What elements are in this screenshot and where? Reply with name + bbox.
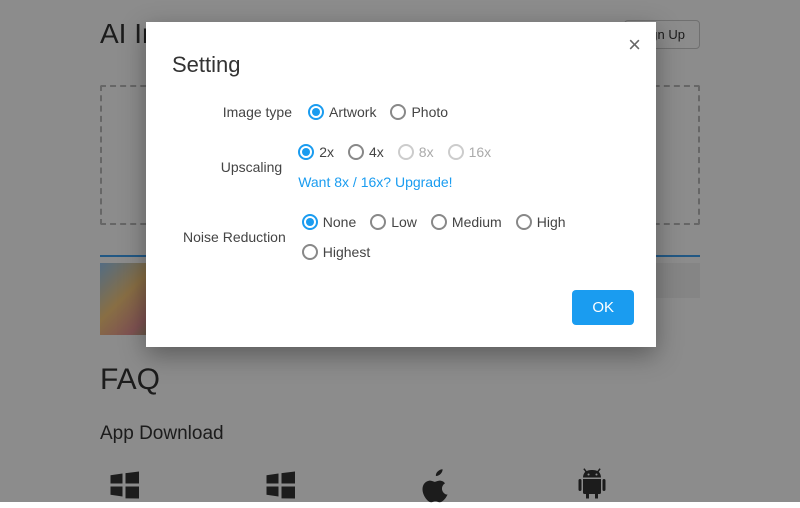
upscaling-label: Upscaling xyxy=(172,159,282,175)
radio-label: Highest xyxy=(323,244,370,260)
radio-4x[interactable]: 4x xyxy=(348,144,384,160)
radio-label: 4x xyxy=(369,144,384,160)
radio-label: 2x xyxy=(319,144,334,160)
settings-modal: × Setting Image type Artwork Photo Upsca… xyxy=(146,22,656,347)
radio-icon xyxy=(390,104,406,120)
close-icon: × xyxy=(628,32,641,57)
radio-label: Medium xyxy=(452,214,502,230)
radio-icon xyxy=(370,214,386,230)
radio-2x[interactable]: 2x xyxy=(298,144,334,160)
noise-reduction-label: Noise Reduction xyxy=(172,229,286,245)
radio-noise-none[interactable]: None xyxy=(302,214,356,230)
radio-icon xyxy=(308,104,324,120)
radio-noise-low[interactable]: Low xyxy=(370,214,417,230)
radio-label: Artwork xyxy=(329,104,376,120)
modal-title: Setting xyxy=(146,22,656,92)
radio-label: None xyxy=(323,214,356,230)
radio-noise-high[interactable]: High xyxy=(516,214,566,230)
radio-icon xyxy=(431,214,447,230)
radio-noise-highest[interactable]: Highest xyxy=(302,244,370,260)
radio-icon xyxy=(516,214,532,230)
radio-icon xyxy=(448,144,464,160)
radio-icon xyxy=(398,144,414,160)
radio-icon xyxy=(348,144,364,160)
radio-noise-medium[interactable]: Medium xyxy=(431,214,502,230)
image-type-label: Image type xyxy=(172,104,292,120)
upgrade-link[interactable]: Want 8x / 16x? Upgrade! xyxy=(298,174,452,190)
radio-photo[interactable]: Photo xyxy=(390,104,448,120)
radio-label: 16x xyxy=(469,144,492,160)
ok-button[interactable]: OK xyxy=(572,290,634,325)
radio-label: 8x xyxy=(419,144,434,160)
close-button[interactable]: × xyxy=(628,34,641,56)
radio-icon xyxy=(298,144,314,160)
radio-label: High xyxy=(537,214,566,230)
radio-8x[interactable]: 8x xyxy=(398,144,434,160)
radio-16x[interactable]: 16x xyxy=(448,144,492,160)
radio-artwork[interactable]: Artwork xyxy=(308,104,376,120)
radio-label: Photo xyxy=(411,104,448,120)
radio-icon xyxy=(302,244,318,260)
radio-icon xyxy=(302,214,318,230)
radio-label: Low xyxy=(391,214,417,230)
